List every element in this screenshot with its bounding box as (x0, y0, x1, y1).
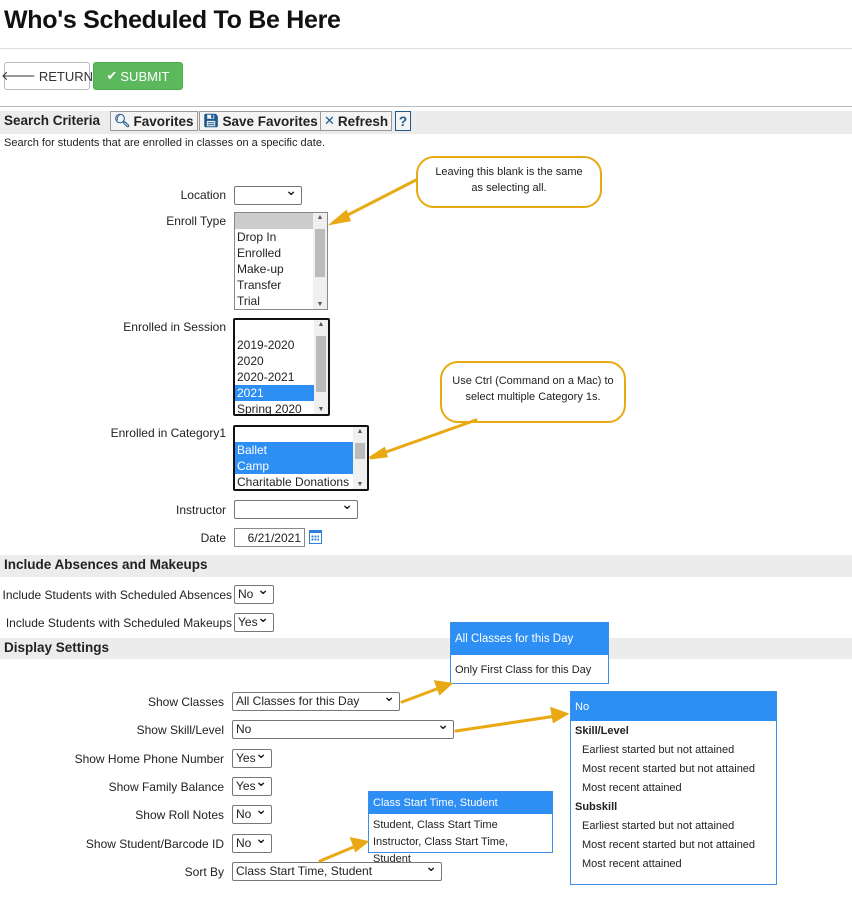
annotation-arrows (318, 178, 570, 863)
arrow-head (433, 680, 454, 696)
arrow-head (349, 836, 370, 853)
arrow-head (550, 706, 570, 724)
arrow-category (370, 418, 478, 459)
arrow-head (369, 446, 388, 460)
arrow-classes (400, 685, 444, 704)
arrow-skill (454, 714, 558, 733)
arrow-head (327, 209, 352, 226)
arrow-sort (318, 844, 358, 863)
